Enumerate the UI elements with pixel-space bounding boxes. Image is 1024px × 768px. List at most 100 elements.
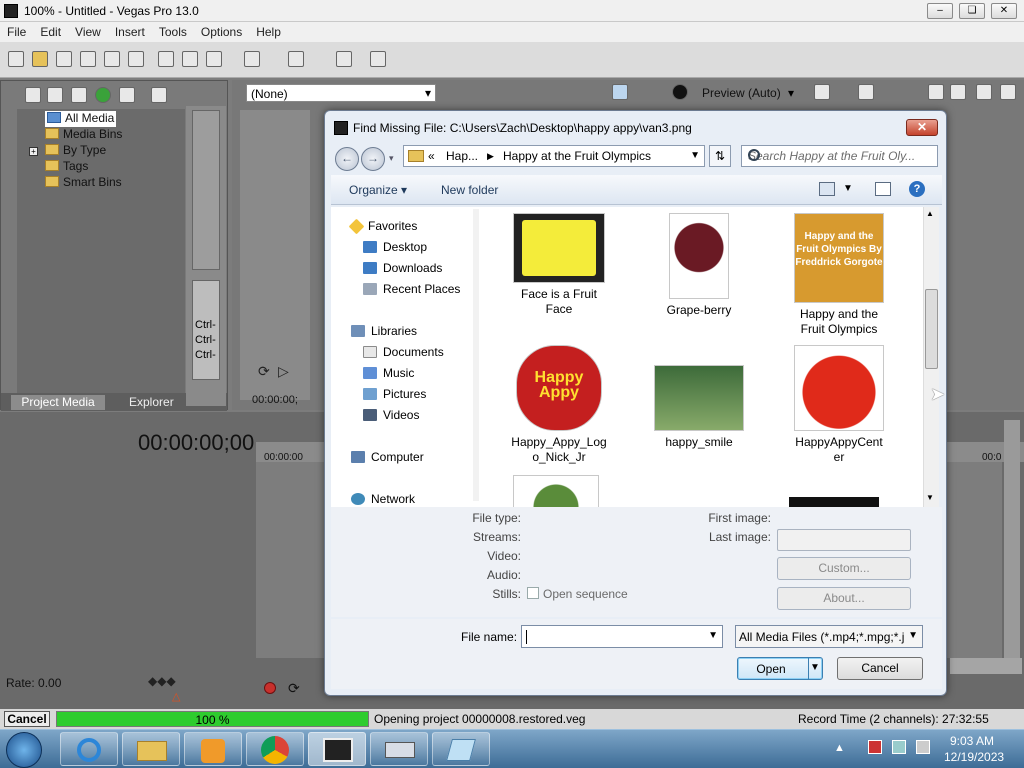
nav-network[interactable]: Network bbox=[351, 492, 415, 506]
capture-icon[interactable] bbox=[47, 87, 63, 103]
tab-explorer[interactable]: Explorer bbox=[129, 395, 174, 409]
open-folder-icon[interactable] bbox=[32, 51, 48, 67]
file-type-filter[interactable]: All Media Files (*.mp4;*.mpg;*.j ▼ bbox=[735, 625, 923, 648]
nav-downloads[interactable]: Downloads bbox=[363, 261, 442, 275]
breadcrumb-separator-icon[interactable]: ▶ bbox=[487, 151, 494, 162]
back-icon[interactable]: ← bbox=[335, 147, 359, 171]
import-media-icon[interactable] bbox=[25, 87, 41, 103]
recent-locations-icon[interactable]: ▾ bbox=[389, 153, 394, 164]
level-meter-icon[interactable] bbox=[1000, 84, 1016, 100]
clock-date[interactable]: 12/19/2023 bbox=[944, 750, 1004, 764]
breadcrumb-current-folder[interactable]: Happy at the Fruit Olympics bbox=[503, 149, 651, 163]
organize-button[interactable]: Organize ▾ bbox=[349, 183, 407, 197]
file-name-input[interactable]: ▼ bbox=[521, 625, 723, 648]
breadcrumb-hap[interactable]: Hap... bbox=[446, 149, 478, 163]
tray-volume-icon[interactable] bbox=[916, 740, 930, 754]
address-dropdown-icon[interactable]: ▼ bbox=[690, 150, 700, 161]
nav-videos[interactable]: Videos bbox=[363, 408, 419, 422]
filter-dropdown-icon[interactable]: ▼ bbox=[908, 630, 918, 641]
open-button[interactable]: Open ▼ bbox=[737, 657, 823, 680]
undo-icon[interactable] bbox=[244, 51, 260, 67]
trimmer-toolbar-icon[interactable] bbox=[928, 84, 944, 100]
restore-button[interactable]: ❏ bbox=[959, 3, 985, 19]
loop-icon[interactable]: ⟳ bbox=[258, 363, 270, 380]
forward-icon[interactable]: → bbox=[361, 147, 385, 171]
nav-libraries[interactable]: Libraries bbox=[351, 324, 417, 338]
tree-all-media[interactable]: All Media bbox=[45, 111, 117, 127]
scroll-thumb[interactable] bbox=[925, 289, 938, 369]
split-screen-icon[interactable] bbox=[672, 84, 688, 100]
whats-this-icon[interactable] bbox=[370, 51, 386, 67]
menu-options[interactable]: Options bbox=[194, 22, 249, 39]
edit-tool-icon[interactable] bbox=[336, 51, 352, 67]
search-media-icon[interactable] bbox=[119, 87, 135, 103]
dialog-close-button[interactable]: ✕ bbox=[906, 119, 938, 136]
file-happy-appy-logo-nick-jr[interactable]: Happy Appy Happy_Appy_Log o_Nick_Jr bbox=[499, 345, 619, 465]
nav-computer[interactable]: Computer bbox=[351, 450, 424, 464]
expand-by-type-icon[interactable]: + bbox=[29, 147, 38, 156]
remove-icon[interactable] bbox=[151, 87, 167, 103]
menu-file[interactable]: File bbox=[0, 22, 33, 39]
loop-playback-icon[interactable]: ⟳ bbox=[288, 680, 300, 697]
view-menu-chevron-icon[interactable]: ▼ bbox=[843, 183, 853, 194]
taskbar-keyboard-icon[interactable] bbox=[370, 732, 428, 766]
open-dropdown-icon[interactable]: ▼ bbox=[810, 662, 820, 673]
trimmer-in-icon[interactable] bbox=[950, 84, 966, 100]
taskbar-media-player-icon[interactable] bbox=[184, 732, 242, 766]
preview-monitor-icon[interactable] bbox=[612, 84, 628, 100]
scroll-down-icon[interactable]: ▼ bbox=[926, 493, 934, 502]
get-media-icon[interactable] bbox=[71, 87, 87, 103]
search-box[interactable]: Search Happy at the Fruit Oly... bbox=[741, 145, 938, 167]
taskbar-chrome-icon[interactable] bbox=[246, 732, 304, 766]
scroll-up-icon[interactable]: ▲ bbox=[926, 209, 934, 218]
taskbar-vegas-icon[interactable] bbox=[308, 732, 366, 766]
tab-project-media[interactable]: Project Media bbox=[11, 395, 105, 410]
web-icon[interactable] bbox=[95, 87, 111, 103]
trimmer-out-icon[interactable] bbox=[976, 84, 992, 100]
tree-tags[interactable]: Tags bbox=[45, 159, 88, 175]
copy-snapshot-icon[interactable] bbox=[858, 84, 874, 100]
open-sequence-checkbox[interactable] bbox=[527, 587, 539, 599]
zoom-controls[interactable] bbox=[950, 658, 1022, 674]
tray-flag-icon[interactable] bbox=[868, 740, 882, 754]
record-icon[interactable] bbox=[264, 682, 276, 694]
preview-pane-icon[interactable] bbox=[875, 182, 891, 196]
nav-music[interactable]: Music bbox=[363, 366, 414, 380]
paste-icon[interactable] bbox=[206, 51, 222, 67]
redo-icon[interactable] bbox=[288, 51, 304, 67]
change-view-icon[interactable] bbox=[819, 182, 835, 196]
preview-quality-dropdown[interactable]: Preview (Auto) bbox=[702, 86, 781, 100]
menu-edit[interactable]: Edit bbox=[33, 22, 68, 39]
file-partial-watermelon[interactable] bbox=[513, 475, 599, 507]
file-list-scrollbar[interactable]: ▲ ▼ bbox=[923, 207, 939, 507]
nav-documents[interactable]: Documents bbox=[363, 345, 444, 359]
render-icon[interactable] bbox=[104, 51, 120, 67]
cancel-button[interactable]: Cancel bbox=[837, 657, 923, 680]
menu-insert[interactable]: Insert bbox=[108, 22, 152, 39]
file-grape-berry[interactable]: Grape-berry bbox=[639, 213, 759, 318]
menu-tools[interactable]: Tools bbox=[152, 22, 194, 39]
nav-recent-places[interactable]: Recent Places bbox=[363, 282, 460, 296]
copy-icon[interactable] bbox=[182, 51, 198, 67]
new-folder-button[interactable]: New folder bbox=[441, 183, 498, 197]
about-button[interactable]: About... bbox=[777, 587, 911, 610]
refresh-icon[interactable]: ⇅ bbox=[709, 145, 731, 167]
rate-slider[interactable]: ◆◆◆ bbox=[148, 674, 176, 688]
file-partial-dark[interactable] bbox=[789, 497, 879, 507]
track-select-dropdown[interactable]: (None) ▾ bbox=[246, 84, 436, 102]
taskbar-notepad-icon[interactable] bbox=[432, 732, 490, 766]
menu-view[interactable]: View bbox=[68, 22, 108, 39]
taskbar-explorer-icon[interactable] bbox=[122, 732, 180, 766]
nav-pictures[interactable]: Pictures bbox=[363, 387, 426, 401]
close-button[interactable]: ✕ bbox=[991, 3, 1017, 19]
tray-chevron-icon[interactable]: ▲ bbox=[834, 742, 845, 754]
last-image-field[interactable] bbox=[777, 529, 911, 551]
tree-by-type[interactable]: By Type bbox=[45, 143, 106, 159]
new-project-icon[interactable] bbox=[8, 51, 24, 67]
save-as-icon[interactable] bbox=[80, 51, 96, 67]
address-bar[interactable]: « Hap... ▶ Happy at the Fruit Olympics ▼ bbox=[403, 145, 705, 167]
nav-favorites[interactable]: Favorites bbox=[348, 218, 417, 235]
taskbar-ie-icon[interactable] bbox=[60, 732, 118, 766]
play-from-start-icon[interactable]: ▷ bbox=[278, 363, 289, 380]
file-happy-and-the-fruit-olympics[interactable]: Happy and the Fruit Olympics By Freddric… bbox=[779, 213, 899, 337]
